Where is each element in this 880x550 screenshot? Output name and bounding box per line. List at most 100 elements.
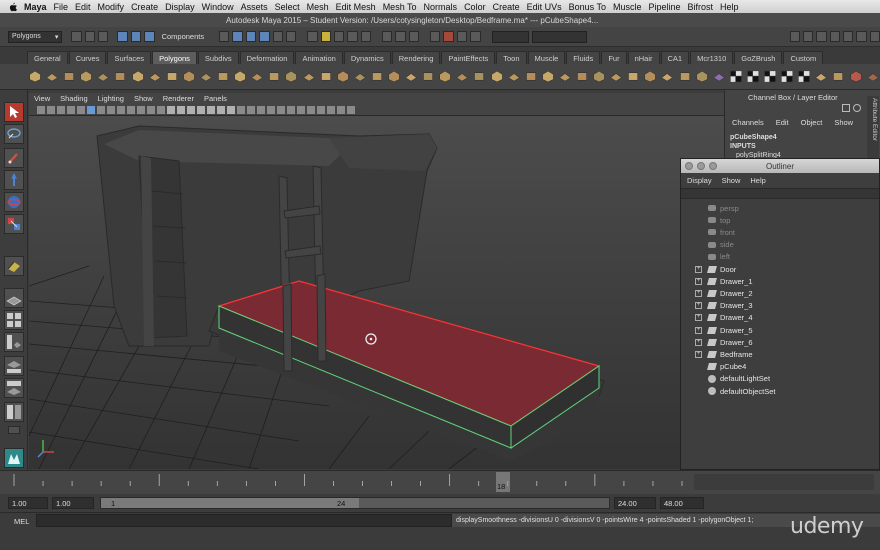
expand-icon[interactable]: +	[695, 289, 702, 297]
viewport-menu-view[interactable]: View	[34, 94, 50, 103]
ipr-render-icon[interactable]	[443, 31, 454, 42]
layout-quad-icon[interactable]	[816, 31, 827, 42]
extrude-icon[interactable]	[507, 68, 521, 85]
xray-joints-icon[interactable]	[277, 105, 285, 114]
harden-edge-icon[interactable]	[831, 68, 845, 85]
poly-plane-icon[interactable]	[96, 68, 110, 85]
viewport-menu-shading[interactable]: Shading	[60, 94, 88, 103]
menu-select-7[interactable]: Select	[275, 2, 307, 12]
outliner-search-field[interactable]	[681, 188, 879, 199]
command-input[interactable]	[36, 514, 452, 527]
checker-a-icon[interactable]	[729, 68, 743, 85]
hud-toggle-icon[interactable]	[297, 105, 305, 114]
menu-edit-1[interactable]: Edit	[75, 2, 98, 12]
menu-pipeline-17[interactable]: Pipeline	[649, 2, 688, 12]
outliner-item-left[interactable]: left	[695, 251, 730, 263]
field-chart-icon[interactable]	[127, 105, 135, 114]
menu-help-19[interactable]: Help	[720, 2, 746, 12]
image-plane-icon[interactable]	[77, 105, 85, 114]
layout-persp-graph-icon[interactable]	[4, 356, 24, 376]
layout-single-icon[interactable]	[803, 31, 814, 42]
shelf-tab-general[interactable]: General	[27, 51, 68, 64]
append-polygon-icon[interactable]	[438, 68, 452, 85]
snap-curve-icon[interactable]	[320, 31, 331, 42]
outliner-item-pcube4[interactable]: pCube4	[695, 361, 746, 373]
viewport-menu-lighting[interactable]: Lighting	[98, 94, 124, 103]
apple-icon[interactable]	[8, 2, 18, 12]
attribute-editor-icon[interactable]	[843, 31, 854, 42]
wireframe-shade-icon[interactable]	[157, 105, 165, 114]
outliner-menu-show[interactable]: Show	[722, 176, 741, 185]
menu-app-maya[interactable]: Maya	[18, 2, 54, 12]
booleans-icon[interactable]	[284, 68, 298, 85]
poly-sphere-icon[interactable]	[28, 68, 42, 85]
menu-color-12[interactable]: Color	[464, 2, 493, 12]
render-settings-icon[interactable]	[456, 31, 468, 42]
points-mask-icon[interactable]	[232, 31, 243, 42]
separate-icon[interactable]	[250, 68, 264, 85]
checker-c-icon[interactable]	[763, 68, 777, 85]
channel-box-icon[interactable]	[869, 31, 880, 42]
checker-d-icon[interactable]	[780, 68, 794, 85]
snap-grid-icon[interactable]	[307, 31, 318, 42]
rotate-tool-icon[interactable]	[4, 192, 24, 212]
move-tool-icon[interactable]	[4, 170, 24, 190]
shelf-tab-nhair[interactable]: nHair	[627, 51, 660, 64]
sign-in-icon[interactable]	[789, 31, 801, 42]
expand-icon[interactable]: +	[695, 326, 702, 334]
expand-icon[interactable]: +	[695, 302, 702, 310]
poly-pyramid-icon[interactable]	[148, 68, 162, 85]
viewport-menu-show[interactable]: Show	[134, 94, 153, 103]
triangulate-icon[interactable]	[353, 68, 367, 85]
layout-persp-outliner-icon[interactable]	[4, 332, 24, 352]
render-frame-icon[interactable]	[430, 31, 441, 42]
bevel-icon[interactable]	[575, 68, 589, 85]
outliner-item-defaultobjectset[interactable]: defaultObjectSet	[695, 385, 775, 397]
checker-b-icon[interactable]	[746, 68, 760, 85]
isolate-select-icon[interactable]	[257, 105, 265, 114]
viewport-menu-panels[interactable]: Panels	[204, 94, 227, 103]
animation-end-field[interactable]: 48.00	[660, 497, 704, 509]
shelf-tab-painteffects[interactable]: PaintEffects	[441, 51, 496, 64]
poly-helix-icon[interactable]	[182, 68, 196, 85]
layout-hypershade-icon[interactable]	[4, 378, 24, 398]
expand-icon[interactable]: +	[695, 350, 702, 358]
menu-edit-uvs-14[interactable]: Edit UVs	[527, 2, 569, 12]
insert-edge-loop-icon[interactable]	[472, 68, 486, 85]
save-scene-icon[interactable]	[98, 31, 109, 42]
combine-icon[interactable]	[233, 68, 247, 85]
lights-toggle-icon[interactable]	[197, 105, 205, 114]
fill-hole-icon[interactable]	[387, 68, 401, 85]
toolbox-collapse-icon[interactable]	[8, 426, 20, 434]
menu-modify-2[interactable]: Modify	[98, 2, 132, 12]
viewport-menu-renderer[interactable]: Renderer	[163, 94, 194, 103]
shelf-tab-fur[interactable]: Fur	[601, 51, 627, 64]
poly-platonic-icon[interactable]	[216, 68, 230, 85]
outliner-item-drawer-3[interactable]: + Drawer_3	[695, 300, 753, 312]
outliner-item-bedframe[interactable]: + Bedframe	[695, 348, 753, 360]
render-mat-a-icon[interactable]	[849, 68, 863, 85]
shelf-tab-surfaces[interactable]: Surfaces	[107, 51, 152, 64]
shadows-toggle-icon[interactable]	[207, 105, 215, 114]
render-mat-b-icon[interactable]	[866, 68, 880, 85]
channel-box-menu-channels[interactable]: Channels	[732, 118, 764, 127]
outliner-item-drawer-2[interactable]: + Drawer_2	[695, 287, 753, 299]
outliner-item-front[interactable]: front	[695, 226, 735, 238]
shelf-tab-rendering[interactable]: Rendering	[391, 51, 441, 64]
texture-toggle-icon[interactable]	[187, 105, 195, 114]
hypershade-icon[interactable]	[470, 31, 481, 42]
bridge-icon[interactable]	[524, 68, 538, 85]
merge-icon[interactable]	[541, 68, 555, 85]
auto-map-icon[interactable]	[695, 68, 709, 85]
cleanup-icon[interactable]	[336, 68, 350, 85]
menu-window-5[interactable]: Window	[202, 2, 241, 12]
select-hierarchy-icon[interactable]	[117, 31, 128, 42]
camera-list-icon[interactable]	[307, 105, 315, 114]
menu-edit-mesh-9[interactable]: Edit Mesh	[336, 2, 383, 12]
duplicate-face-icon[interactable]	[626, 68, 640, 85]
shelf-tab-dynamics[interactable]: Dynamics	[343, 51, 391, 64]
film-gate-icon[interactable]	[97, 105, 105, 114]
layout-modeling-icon[interactable]	[829, 31, 841, 42]
open-scene-icon[interactable]	[84, 31, 96, 42]
menu-create-13[interactable]: Create	[493, 2, 527, 12]
